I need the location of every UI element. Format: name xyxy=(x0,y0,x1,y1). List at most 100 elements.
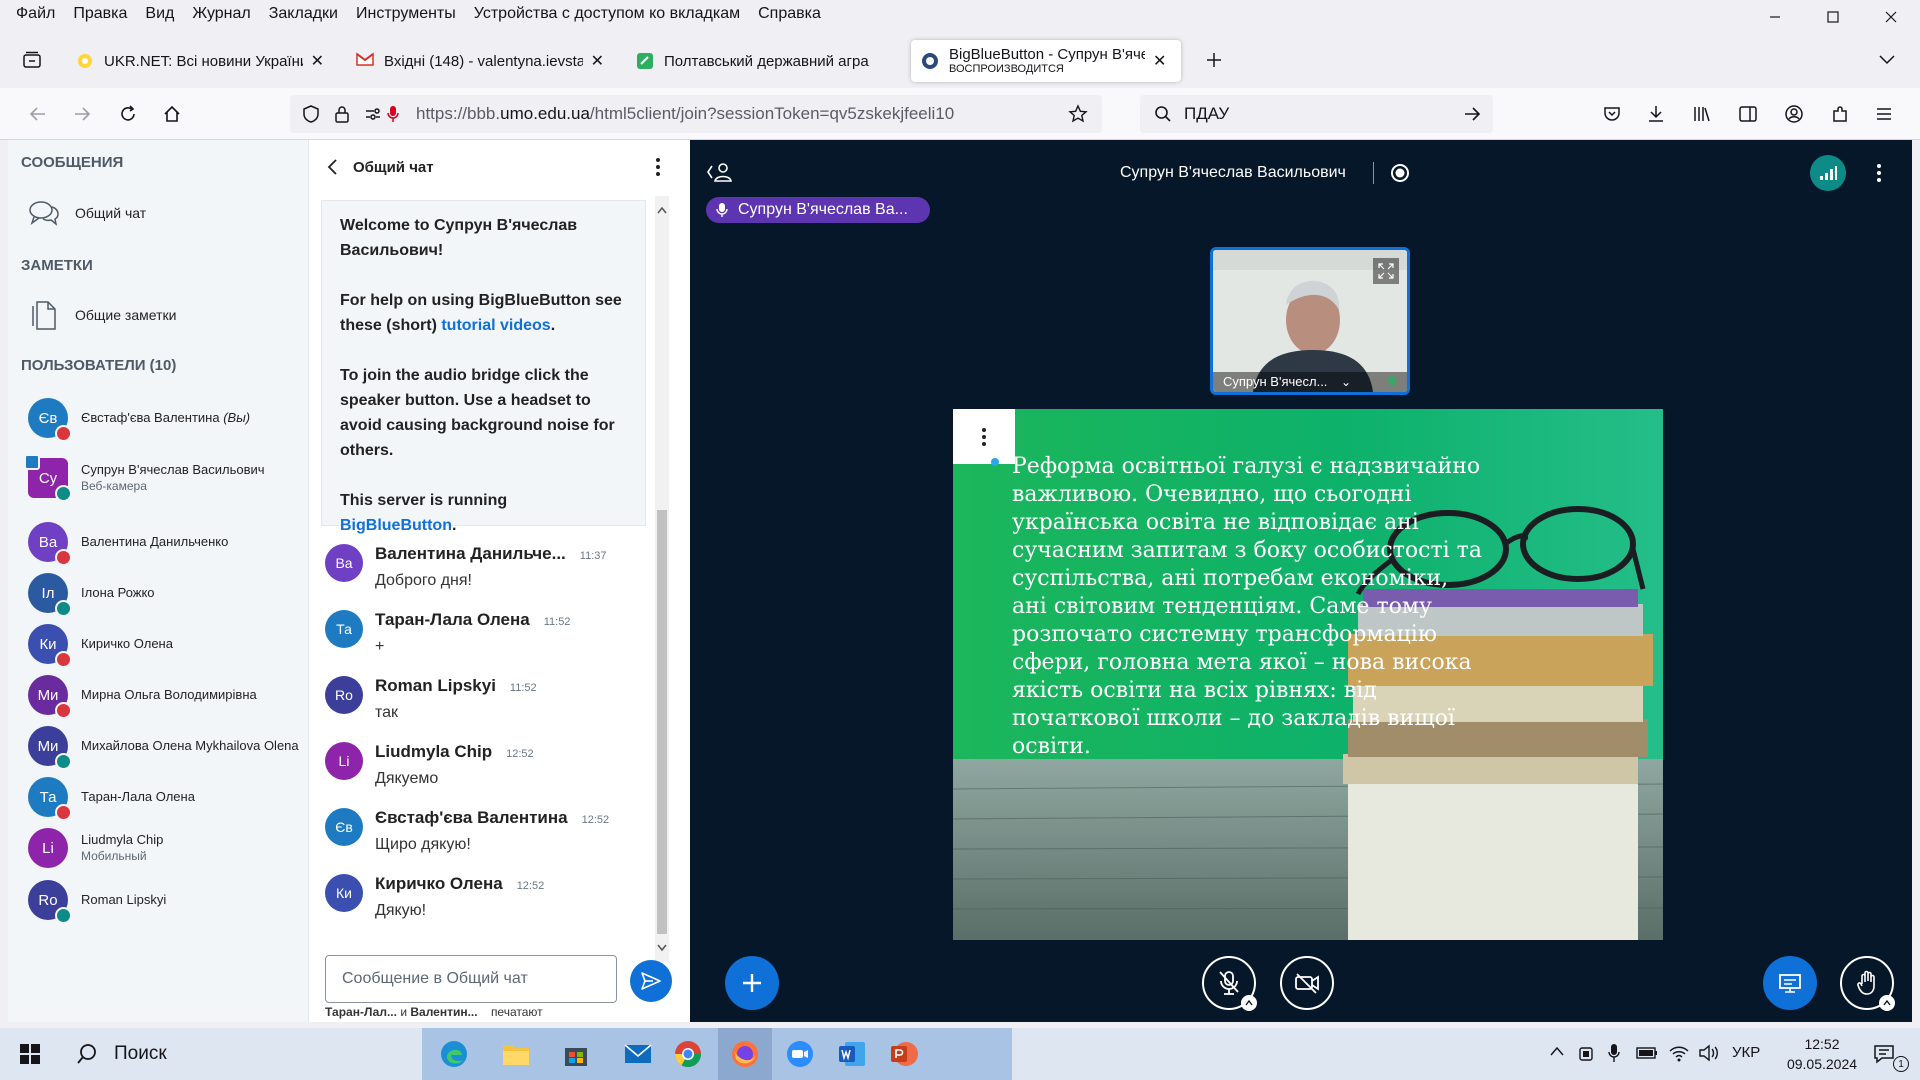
home-icon[interactable] xyxy=(158,100,186,128)
menu-bookmarks[interactable]: Закладки xyxy=(260,5,347,23)
public-chat-link[interactable]: Общий чат xyxy=(28,198,146,228)
mute-microphone-button[interactable] xyxy=(1202,956,1257,1011)
go-arrow-icon[interactable] xyxy=(1463,105,1481,123)
webcam-video[interactable]: Супрун В'ячесл... ⌄ xyxy=(1210,247,1410,395)
taskbar-search[interactable]: Поиск xyxy=(62,1028,418,1080)
edge-icon[interactable] xyxy=(434,1034,474,1074)
lock-icon[interactable] xyxy=(334,104,350,124)
reactions-options-icon[interactable] xyxy=(1879,995,1895,1011)
device-tray-icon[interactable] xyxy=(1578,1044,1594,1064)
windows-start-icon[interactable] xyxy=(10,1034,50,1074)
scroll-down-icon[interactable] xyxy=(657,944,667,952)
microphone-tray-icon[interactable] xyxy=(1608,1043,1620,1063)
tab-pdau[interactable]: Полтавський державний агра xyxy=(626,40,894,82)
wifi-icon[interactable] xyxy=(1668,1044,1690,1062)
audio-options-icon[interactable] xyxy=(1241,995,1257,1011)
presentation-toggle-button[interactable] xyxy=(1763,956,1817,1010)
user-item[interactable]: Єв Євстаф'єва Валентина (Вы) xyxy=(28,398,303,442)
send-message-button[interactable] xyxy=(630,960,672,1002)
back-icon[interactable] xyxy=(24,100,52,128)
user-item[interactable]: Li Liudmyla Chip Мобильный xyxy=(28,828,303,868)
user-item[interactable]: Ми Михайлова Олена Mykhailova Olena xyxy=(28,726,303,770)
slide-options-icon[interactable] xyxy=(953,409,1015,464)
fullscreen-icon[interactable] xyxy=(1373,258,1399,284)
tab-gmail[interactable]: Вхідні (148) - valentyna.ievstafi ✕ xyxy=(346,40,614,82)
powerpoint-icon[interactable] xyxy=(884,1034,924,1074)
close-tab-icon[interactable]: ✕ xyxy=(1153,51,1166,71)
extensions-icon[interactable] xyxy=(1826,100,1854,128)
show-hidden-icons-chevron[interactable] xyxy=(1550,1046,1564,1056)
account-icon[interactable] xyxy=(1780,100,1808,128)
close-tab-icon[interactable]: ✕ xyxy=(311,51,324,71)
url-bar[interactable]: https://bbb.umo.edu.ua/html5client/join?… xyxy=(290,95,1102,133)
language-indicator[interactable]: УКР xyxy=(1732,1044,1760,1061)
chat-options-icon[interactable] xyxy=(655,157,661,177)
chrome-icon[interactable] xyxy=(668,1034,708,1074)
raise-hand-button[interactable] xyxy=(1840,956,1895,1011)
volume-icon[interactable] xyxy=(1698,1044,1720,1062)
chat-scrollbar[interactable] xyxy=(655,196,669,962)
recording-status-icon[interactable] xyxy=(1390,163,1410,183)
options-menu-icon[interactable] xyxy=(1876,163,1882,183)
shield-icon[interactable] xyxy=(302,104,320,124)
microsoft-store-icon[interactable] xyxy=(556,1034,596,1074)
tab-bigbluebutton[interactable]: BigBlueButton - Супрун В'ячес ВОСПРОИЗВО… xyxy=(911,40,1181,82)
firefox-icon[interactable] xyxy=(718,1028,772,1080)
scrollbar-thumb[interactable] xyxy=(657,510,667,934)
user-item[interactable]: Ro Roman Lipskyi xyxy=(28,880,303,924)
user-item[interactable]: Та Таран-Лала Олена xyxy=(28,777,303,821)
close-window-button[interactable] xyxy=(1862,0,1920,34)
battery-icon[interactable] xyxy=(1636,1046,1658,1060)
user-item[interactable]: Су Супрун В'ячеслав Васильович Веб-камера xyxy=(24,454,303,502)
user-item[interactable]: Ми Мирна Ольга Володимирівна xyxy=(28,675,303,719)
tutorial-videos-link[interactable]: tutorial videos xyxy=(441,317,550,334)
close-tab-icon[interactable]: ✕ xyxy=(591,51,604,71)
actions-button[interactable] xyxy=(725,956,779,1010)
file-explorer-icon[interactable] xyxy=(496,1034,536,1074)
minimize-button[interactable] xyxy=(1746,0,1804,34)
tab-ukrnet[interactable]: UKR.NET: Всі новини України, ✕ xyxy=(66,40,334,82)
search-input[interactable]: ПДАУ xyxy=(1184,104,1229,124)
chat-message-input[interactable]: Сообщение в Общий чат xyxy=(325,955,617,1003)
talking-indicator[interactable]: Супрун В'ячеслав Ва... xyxy=(706,197,930,223)
shared-notes-link[interactable]: Общие заметки xyxy=(28,298,176,332)
word-icon[interactable] xyxy=(832,1034,872,1074)
downloads-icon[interactable] xyxy=(1642,100,1670,128)
menu-help[interactable]: Справка xyxy=(749,5,830,23)
search-bar[interactable]: ПДАУ xyxy=(1140,95,1493,133)
menu-edit[interactable]: Правка xyxy=(64,5,136,23)
message-text: Доброго дня! xyxy=(375,572,472,589)
menu-synced-tabs[interactable]: Устройства с доступом ко вкладкам xyxy=(465,5,749,23)
presentation-slide[interactable]: Реформа освітньої галузі є надзвичайно в… xyxy=(953,409,1663,940)
forward-icon[interactable] xyxy=(68,100,96,128)
user-item[interactable]: Ки Киричко Олена xyxy=(28,624,303,668)
toggle-userlist-icon[interactable] xyxy=(706,160,734,184)
library-icon[interactable] xyxy=(1688,100,1716,128)
permissions-icon[interactable] xyxy=(364,106,382,122)
mail-icon[interactable] xyxy=(618,1034,658,1074)
new-tab-icon[interactable] xyxy=(1200,46,1228,74)
chevron-down-icon[interactable]: ⌄ xyxy=(1341,375,1351,389)
reload-icon[interactable] xyxy=(114,100,142,128)
sidebar-toggle-icon[interactable] xyxy=(1734,100,1762,128)
clock[interactable]: 12:52 09.05.2024 xyxy=(1774,1034,1870,1074)
menu-file[interactable]: Файл xyxy=(0,5,64,23)
microphone-active-icon[interactable] xyxy=(386,104,400,124)
menu-view[interactable]: Вид xyxy=(136,5,183,23)
connection-status-button[interactable] xyxy=(1810,155,1846,191)
bigbluebutton-link[interactable]: BigBlueButton xyxy=(340,517,452,534)
menu-hamburger-icon[interactable] xyxy=(1870,100,1898,128)
zoom-icon[interactable] xyxy=(780,1034,820,1074)
chevron-left-icon[interactable] xyxy=(327,158,339,176)
scroll-up-icon[interactable] xyxy=(657,206,667,214)
maximize-button[interactable] xyxy=(1804,0,1862,34)
list-all-tabs-icon[interactable] xyxy=(1873,46,1901,74)
user-item[interactable]: Іл Ілона Рожко xyxy=(28,573,303,617)
menu-tools[interactable]: Инструменты xyxy=(347,5,465,23)
pocket-icon[interactable] xyxy=(1598,100,1626,128)
menu-history[interactable]: Журнал xyxy=(183,5,259,23)
share-webcam-button[interactable] xyxy=(1280,956,1334,1010)
bookmark-star-icon[interactable] xyxy=(1068,104,1088,124)
user-item[interactable]: Ва Валентина Данильченко xyxy=(28,522,303,566)
tab-list-icon[interactable] xyxy=(18,46,46,74)
